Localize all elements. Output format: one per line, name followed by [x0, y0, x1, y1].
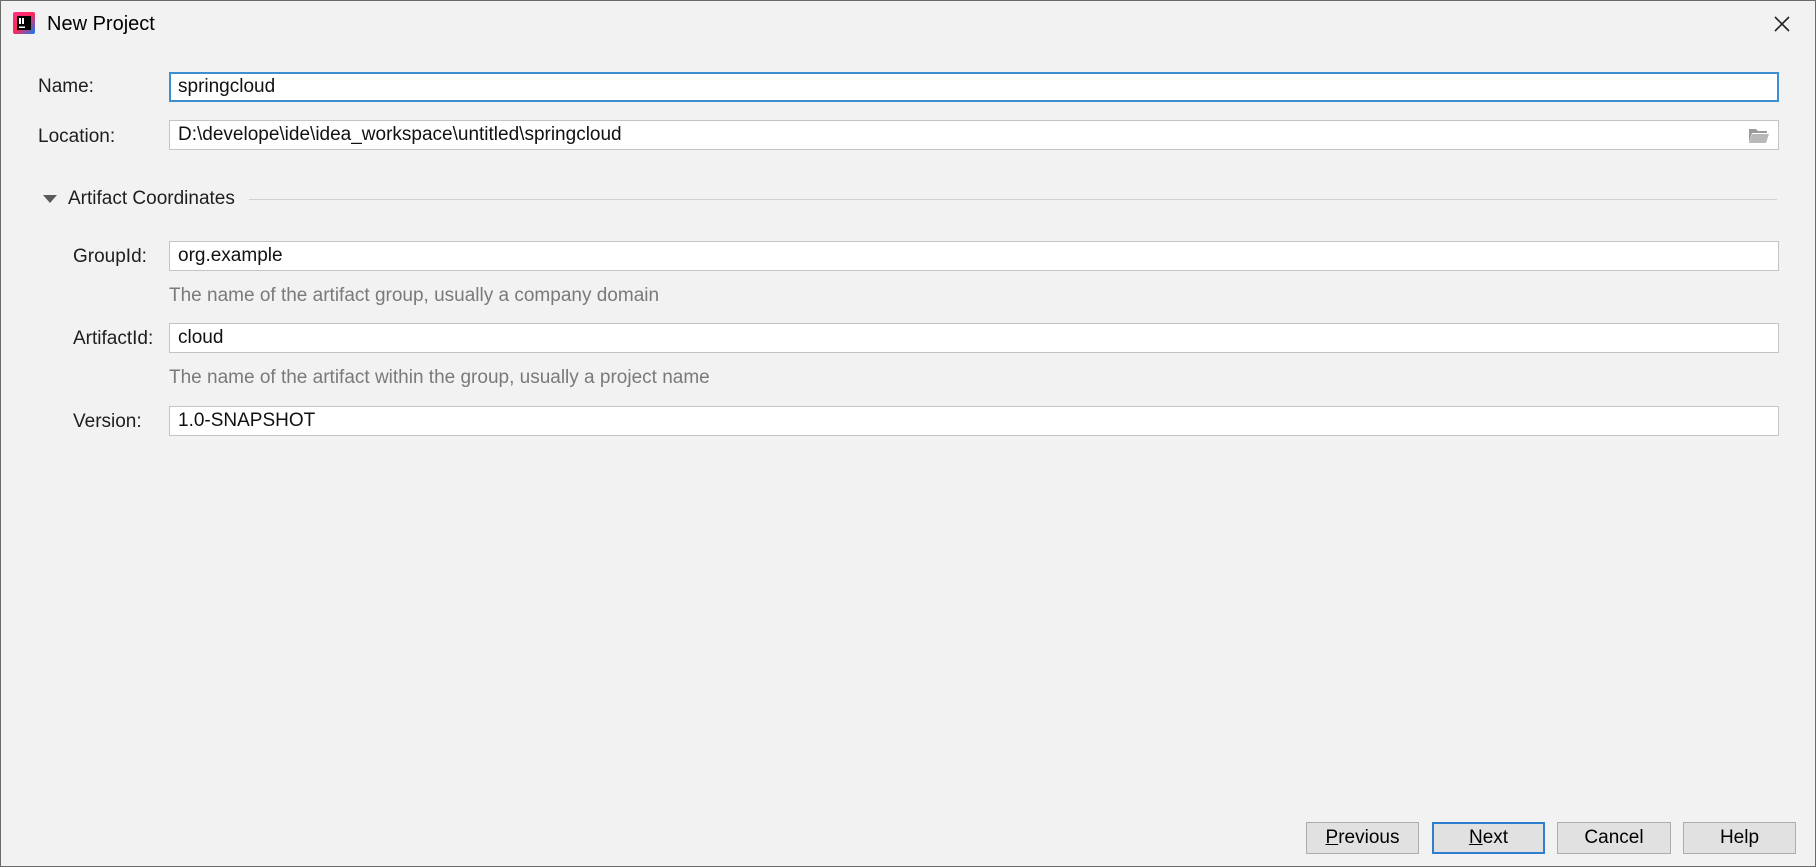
title-bar: New Project [1, 1, 1815, 47]
location-label: Location: [38, 126, 116, 147]
artifact-coordinates-title[interactable]: Artifact Coordinates [68, 187, 235, 211]
groupid-input-value: org.example [178, 245, 283, 266]
dialog-title: New Project [47, 13, 155, 35]
version-input[interactable]: 1.0-SNAPSHOT [169, 406, 1779, 436]
groupid-label: GroupId: [73, 246, 147, 267]
section-divider [249, 199, 1777, 200]
next-button[interactable]: Next [1432, 822, 1545, 854]
artifactid-label: ArtifactId: [73, 328, 154, 349]
close-button[interactable] [1769, 11, 1795, 37]
location-input-value: D:\develope\ide\idea_workspace\untitled\… [178, 124, 622, 145]
groupid-hint: The name of the artifact group, usually … [169, 285, 660, 306]
triangle-down-icon[interactable] [43, 193, 57, 205]
new-project-dialog: New Project Name: springcloud Location: … [0, 0, 1816, 867]
artifactid-input-value: cloud [178, 327, 224, 348]
name-label: Name: [38, 76, 94, 97]
help-button[interactable]: Help [1683, 822, 1796, 854]
groupid-input[interactable]: org.example [169, 241, 1779, 271]
version-input-value: 1.0-SNAPSHOT [178, 410, 316, 431]
name-input[interactable]: springcloud [169, 72, 1779, 102]
close-icon [1774, 16, 1790, 32]
cancel-button[interactable]: Cancel [1557, 822, 1671, 854]
previous-button[interactable]: Previous [1306, 822, 1419, 854]
artifactid-input[interactable]: cloud [169, 323, 1779, 353]
artifactid-hint: The name of the artifact within the grou… [169, 367, 710, 388]
name-input-value: springcloud [178, 76, 276, 97]
version-label: Version: [73, 411, 142, 432]
folder-icon[interactable] [1748, 127, 1770, 144]
intellij-idea-icon [13, 12, 35, 34]
location-input[interactable]: D:\develope\ide\idea_workspace\untitled\… [169, 120, 1779, 150]
